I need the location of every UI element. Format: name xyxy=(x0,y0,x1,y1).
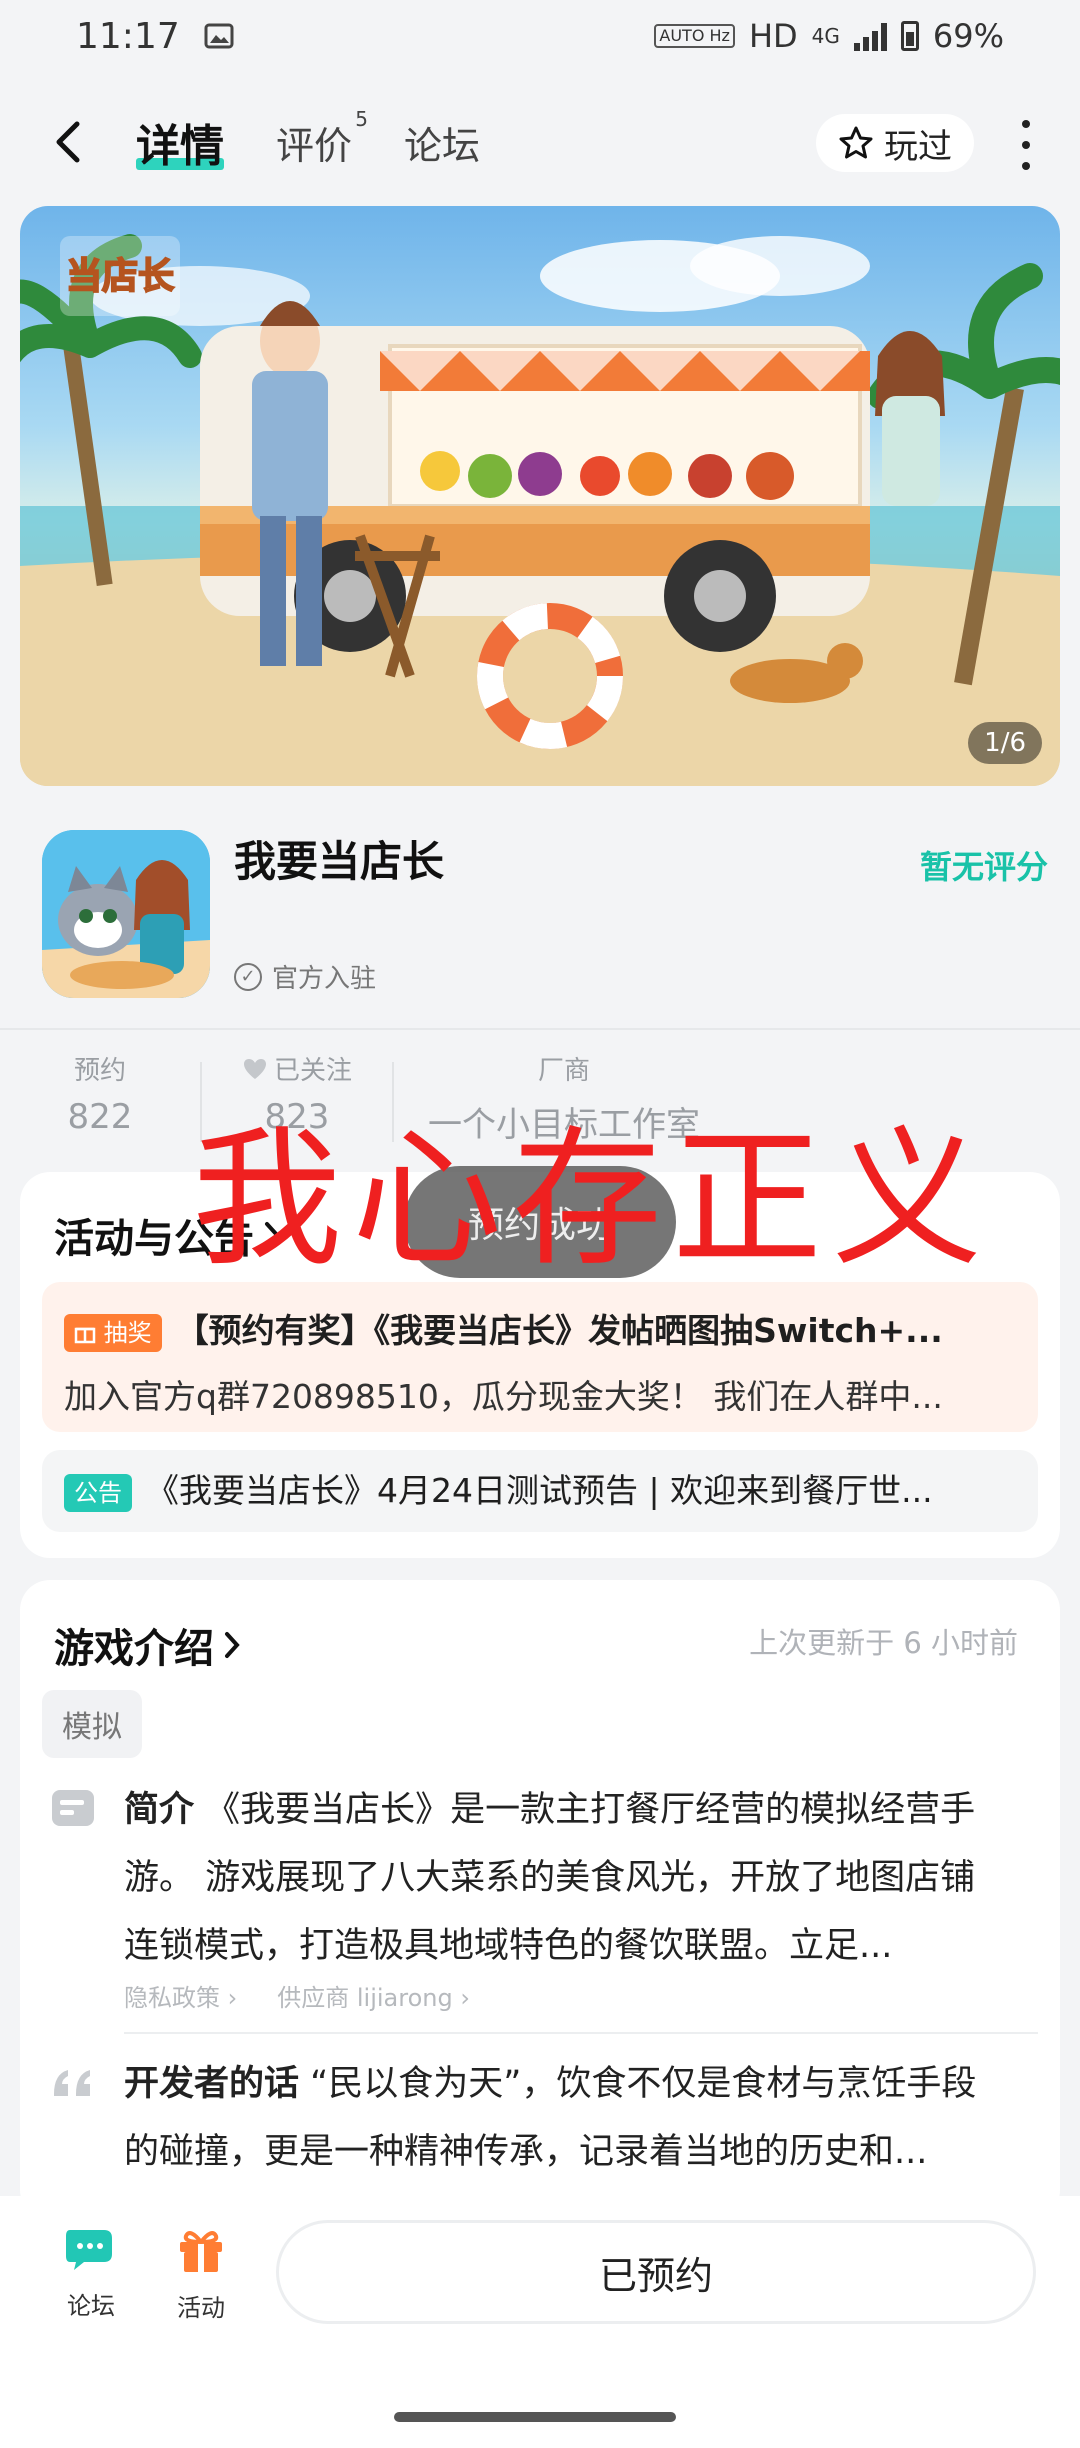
prize-desc: 加入官方q群720898510，瓜分现金大奖！ 我们在人群中... xyxy=(64,1377,943,1416)
rating-status: 暂无评分 xyxy=(919,848,1048,886)
tab-reviews[interactable]: 评价 5 xyxy=(276,107,368,170)
provider-link[interactable]: 供应商 lijiarong › xyxy=(277,1978,470,2013)
more-dot-icon xyxy=(1022,162,1030,170)
heart-icon xyxy=(243,1058,266,1079)
bottom-bar: 论坛 活动 已预约 xyxy=(0,2196,1080,2448)
divider xyxy=(0,1028,1080,1030)
played-label: 玩过 xyxy=(884,126,952,167)
tab-details[interactable]: 详情 xyxy=(136,110,224,174)
quote-icon xyxy=(54,2070,90,2096)
gallery-icon xyxy=(204,23,234,49)
star-icon xyxy=(839,126,873,159)
battery-icon xyxy=(900,21,919,51)
summary-text[interactable]: 简介 《我要当店长》是一款主打餐厅经营的模拟经营手游。 游戏展现了八大菜系的美食… xyxy=(124,1776,1004,1980)
banner-counter: 1/6 xyxy=(968,722,1042,764)
svg-text:当店长: 当店长 xyxy=(66,256,174,297)
chevron-right-icon xyxy=(225,1632,240,1658)
intro-title-label: 游戏介绍 xyxy=(54,1626,214,1672)
stat-label: 预约 xyxy=(73,1056,126,1086)
notice-row: 公告 《我要当店长》4月24日测试预告 | 欢迎来到餐厅世... xyxy=(64,1458,1016,1524)
official-label: 官方入驻 xyxy=(272,964,377,994)
prize-news[interactable]: 抽奖 【预约有奖】《我要当店长》发帖晒图抽Switch+... 加入官方q群72… xyxy=(42,1282,1038,1432)
activity-label: 活动 xyxy=(177,2294,225,2322)
back-button[interactable] xyxy=(40,114,96,170)
genre-tag[interactable]: 模拟 xyxy=(42,1690,142,1758)
last-updated: 上次更新于 6 小时前 xyxy=(749,1626,1018,1660)
bottom-nav-forum[interactable]: 论坛 xyxy=(46,2226,136,2321)
banner-carousel[interactable]: 当店长 1/6 xyxy=(20,206,1060,786)
home-indicator[interactable] xyxy=(394,2412,676,2422)
clock: 11:17 xyxy=(76,15,180,57)
network-hd: HD xyxy=(748,17,798,55)
network-gen: 4G xyxy=(811,24,840,48)
notice-tag: 公告 xyxy=(64,1473,132,1512)
back-arrow-icon xyxy=(56,121,80,163)
intro-card: 游戏介绍 上次更新于 6 小时前 模拟 简介 《我要当店长》是一款主打餐厅经营的… xyxy=(20,1580,1060,2220)
stat-value: 822 xyxy=(67,1097,133,1137)
prize-tag: 抽奖 xyxy=(64,1313,162,1352)
summary-body: 《我要当店长》是一款主打餐厅经营的模拟经营手游。 游戏展现了八大菜系的美食风光，… xyxy=(124,1790,976,1966)
bottom-nav-activity[interactable]: 活动 xyxy=(156,2226,246,2323)
top-nav: 详情 评价 5 论坛 玩过 xyxy=(0,96,1080,188)
notice-text: 《我要当店长》4月24日测试预告 | 欢迎来到餐厅世... xyxy=(146,1471,933,1510)
overlay-watermark-text: 我心存正义 xyxy=(192,1113,993,1287)
tab-forum[interactable]: 论坛 xyxy=(404,115,480,170)
official-badge: ✓ 官方入驻 xyxy=(234,958,376,995)
gift-icon xyxy=(74,1327,96,1343)
forum-label: 论坛 xyxy=(67,2292,115,2320)
intro-links: 隐私政策 › 供应商 lijiarong › xyxy=(124,1978,470,2013)
summary-icon xyxy=(52,1790,94,1826)
developer-note[interactable]: 开发者的话 “民以食为天”，饮食不仅是食材与烹饪手段的碰撞，更是一种精神传承，记… xyxy=(124,2050,1004,2186)
more-dot-icon xyxy=(1022,141,1030,149)
more-options-button[interactable] xyxy=(1016,120,1036,170)
intro-divider xyxy=(124,2032,1038,2034)
status-bar: 11:17 AUTO Hz HD 4G 69% xyxy=(0,0,1080,72)
hz-badge: AUTO Hz xyxy=(654,24,735,48)
banner-illustration: 当店长 xyxy=(20,234,1060,786)
battery-level: 69% xyxy=(932,17,1004,55)
gift-icon xyxy=(180,2231,222,2272)
prize-title: 【预约有奖】《我要当店长》发帖晒图抽Switch+... xyxy=(175,1311,943,1350)
stat-reservations: 预约 822 xyxy=(0,1050,200,1160)
prize-title-row: 抽奖 【预约有奖】《我要当店长》发帖晒图抽Switch+... xyxy=(64,1298,1016,1364)
app-info: 我要当店长 暂无评分 ✓ 官方入驻 xyxy=(0,800,1080,1030)
privacy-link[interactable]: 隐私政策 › xyxy=(124,1978,237,2013)
summary-label: 简介 xyxy=(124,1790,195,1830)
check-circle-icon: ✓ xyxy=(234,962,262,991)
notice-news[interactable]: 公告 《我要当店长》4月24日测试预告 | 欢迎来到餐厅世... xyxy=(42,1450,1038,1532)
signal-icon xyxy=(853,21,887,51)
privacy-label: 隐私政策 xyxy=(124,1984,220,2012)
developer-label: 开发者的话 xyxy=(124,2064,300,2104)
tab-reviews-count: 5 xyxy=(355,106,369,131)
provider-label: 供应商 lijiarong xyxy=(277,1984,453,2012)
forum-icon xyxy=(66,2230,112,2270)
app-name: 我要当店长 xyxy=(234,837,445,886)
reserve-button[interactable]: 已预约 xyxy=(276,2220,1036,2324)
played-button[interactable]: 玩过 xyxy=(816,114,974,172)
app-icon xyxy=(42,830,210,998)
intro-title[interactable]: 游戏介绍 xyxy=(54,1616,242,1674)
more-dot-icon xyxy=(1022,120,1030,128)
prize-tag-label: 抽奖 xyxy=(103,1318,152,1347)
tab-reviews-label: 评价 xyxy=(276,123,353,168)
